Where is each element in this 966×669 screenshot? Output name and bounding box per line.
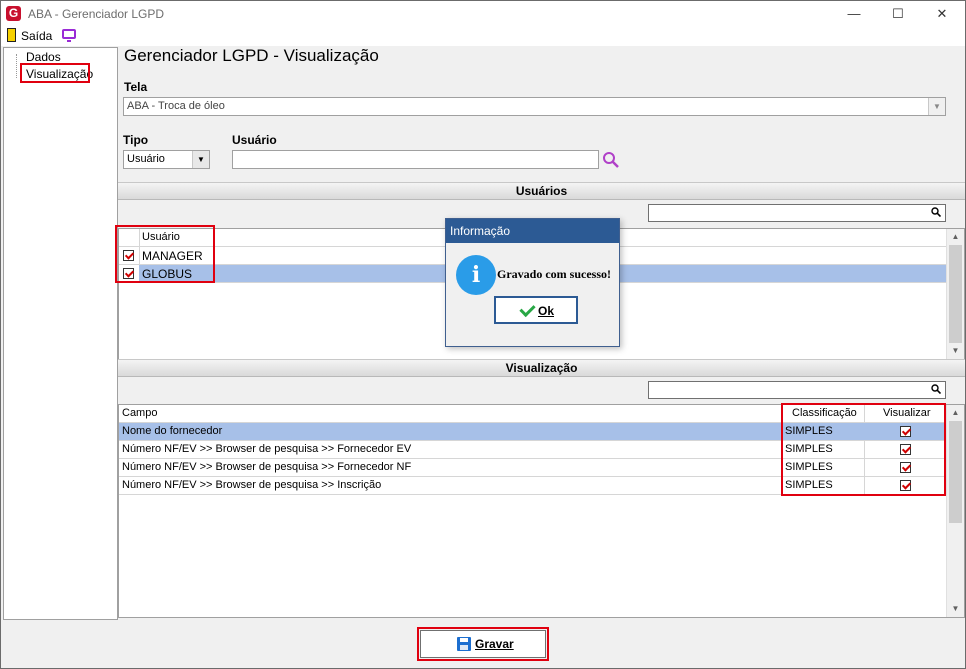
scroll-up-icon[interactable]: ▲: [947, 229, 964, 245]
search-icon[interactable]: [931, 207, 941, 217]
info-icon: i: [456, 255, 496, 295]
ok-label: Ok: [538, 304, 555, 318]
monitor-icon[interactable]: [62, 29, 76, 42]
highlight-box-users: [115, 225, 215, 283]
search-icon[interactable]: [931, 384, 941, 394]
tela-value: ABA - Troca de óleo: [127, 100, 225, 112]
checkmark-icon: [519, 300, 536, 318]
chevron-down-icon[interactable]: ▼: [928, 98, 945, 115]
info-dialog: Informação i Gravado com sucesso! Ok: [445, 218, 620, 347]
ok-button[interactable]: Ok: [494, 296, 578, 324]
view-section-header: Visualização: [118, 359, 965, 377]
tree-connector: [16, 54, 17, 78]
chevron-down-icon[interactable]: ▼: [192, 151, 209, 168]
highlight-box-tree: [20, 63, 90, 83]
users-section-header: Usuários: [118, 182, 965, 200]
tela-select[interactable]: ABA - Troca de óleo ▼: [123, 97, 946, 116]
main-window: G ABA - Gerenciador LGPD — ☐ ✕ Saída Dad…: [0, 0, 966, 669]
page-title: Gerenciador LGPD - Visualização: [124, 46, 379, 65]
window-title: ABA - Gerenciador LGPD: [28, 7, 165, 21]
dialog-title: Informação: [446, 219, 619, 243]
campo-cell: Nome do fornecedor: [122, 425, 223, 437]
minimize-button[interactable]: —: [832, 1, 876, 27]
scroll-up-icon[interactable]: ▲: [947, 405, 964, 421]
search-icon[interactable]: [602, 151, 620, 169]
scroll-down-icon[interactable]: ▼: [947, 343, 964, 359]
title-bar: G ABA - Gerenciador LGPD — ☐ ✕: [1, 1, 965, 27]
campo-cell: Número NF/EV >> Browser de pesquisa >> F…: [122, 461, 412, 473]
highlight-box-view: [781, 403, 946, 496]
tipo-select[interactable]: Usuário ▼: [123, 150, 210, 169]
scroll-down-icon[interactable]: ▼: [947, 601, 964, 617]
dialog-message: Gravado com sucesso!: [497, 267, 611, 281]
view-scrollbar[interactable]: ▲ ▼: [946, 405, 964, 617]
campo-cell: Número NF/EV >> Browser de pesquisa >> F…: [122, 443, 412, 455]
exit-button[interactable]: Saída: [21, 29, 52, 43]
tree-item-dados[interactable]: Dados: [26, 50, 61, 64]
maximize-button[interactable]: ☐: [876, 1, 920, 27]
navigation-tree: Dados Visualização: [3, 47, 118, 620]
view-filter-input[interactable]: [648, 381, 946, 399]
campo-column-header[interactable]: Campo: [122, 407, 157, 419]
users-scrollbar[interactable]: ▲ ▼: [946, 229, 964, 359]
campo-cell: Número NF/EV >> Browser de pesquisa >> I…: [122, 479, 382, 491]
close-button[interactable]: ✕: [920, 1, 964, 27]
toolbar: Saída: [1, 27, 965, 46]
tipo-value: Usuário: [127, 153, 165, 165]
usuario-label: Usuário: [232, 133, 277, 147]
tela-label: Tela: [124, 80, 148, 94]
exit-door-icon[interactable]: [7, 28, 16, 42]
tipo-label: Tipo: [123, 133, 149, 147]
users-filter-input[interactable]: [648, 204, 946, 222]
highlight-box-save: [417, 627, 549, 661]
scroll-thumb[interactable]: [949, 245, 962, 343]
app-logo-icon: G: [6, 6, 21, 21]
scroll-thumb[interactable]: [949, 421, 962, 523]
usuario-input[interactable]: [232, 150, 599, 169]
